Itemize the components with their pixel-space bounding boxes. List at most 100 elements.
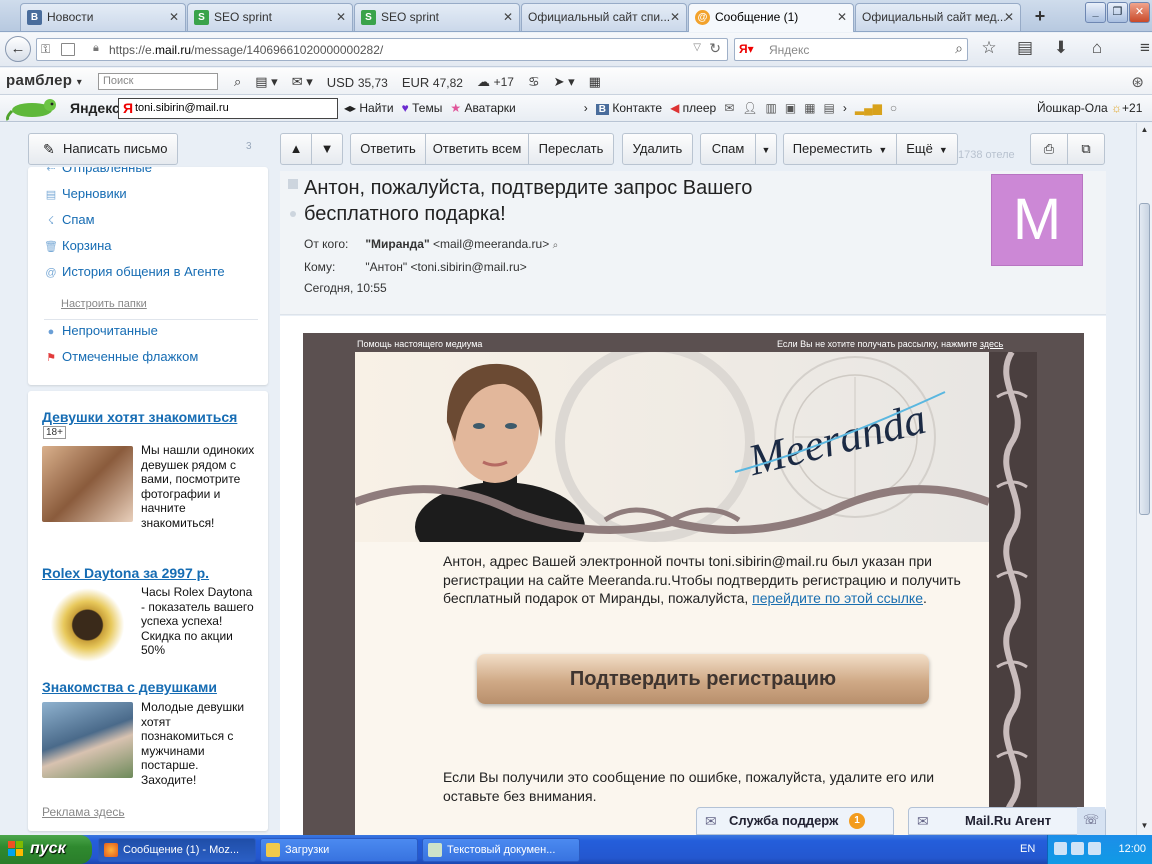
ads-footer-link[interactable]: Реклама здесь xyxy=(42,805,125,819)
open-window-button[interactable]: ⧉ xyxy=(1067,133,1105,165)
vk-button[interactable]: В Контакте xyxy=(595,101,662,115)
ad-image-2[interactable] xyxy=(42,587,133,663)
close-tab-icon[interactable]: ✕ xyxy=(670,4,680,30)
ad-text-2[interactable]: Часы Rolex Daytona - показатель вашего у… xyxy=(141,585,255,658)
weather-location[interactable]: Йошкар-Ола ☼+21 xyxy=(1037,101,1142,115)
search-icon[interactable]: ⌕ xyxy=(955,40,963,57)
tab-novosti[interactable]: В Новости ✕ xyxy=(20,3,186,31)
filter-unread[interactable]: ● Непрочитанные xyxy=(44,323,158,338)
horoscope-icon[interactable]: ♋ xyxy=(528,74,540,90)
ad-image-3[interactable] xyxy=(42,702,133,778)
start-button[interactable]: пуск xyxy=(0,835,92,864)
ad-title-3[interactable]: Знакомства с девушками xyxy=(42,679,217,695)
rambler-settings-icon[interactable]: ⊛ xyxy=(1131,73,1144,91)
menu-icon[interactable]: ≡ xyxy=(1132,38,1152,58)
reply-button[interactable]: Ответить xyxy=(350,133,426,165)
folder-trash[interactable]: 🗑︎ Корзина xyxy=(44,238,112,253)
player-button[interactable]: ◀ плеер xyxy=(670,101,716,115)
folder-agent-history[interactable]: @ История общения в Агенте xyxy=(44,264,224,279)
back-button[interactable]: ← xyxy=(5,36,31,62)
signal-bars-icon[interactable]: ▂▄▆ xyxy=(855,101,882,115)
volume-icon[interactable] xyxy=(1071,842,1084,855)
next-message-button[interactable]: ▼ xyxy=(311,133,343,165)
prev-message-button[interactable]: ▲ xyxy=(280,133,312,165)
folder-settings-link[interactable]: Настроить папки xyxy=(61,298,147,310)
security-icon[interactable] xyxy=(1088,842,1101,855)
user-icon[interactable]: 👤︎ xyxy=(742,101,757,115)
move-button[interactable]: Переместить ▼ xyxy=(783,133,897,165)
mail-icon[interactable]: ✉ xyxy=(724,101,734,115)
delete-button[interactable]: Удалить xyxy=(622,133,693,165)
ad-title-1[interactable]: Девушки хотят знакомиться xyxy=(42,409,237,425)
flag-toggle-icon[interactable] xyxy=(288,179,298,189)
language-indicator[interactable]: EN xyxy=(1020,835,1035,864)
ad-text-1[interactable]: Мы нашли одиноких девушек рядом с вами, … xyxy=(141,443,255,530)
sender-email[interactable]: <mail@meeranda.ru> xyxy=(433,237,549,251)
ad-text-3[interactable]: Молодые девушки хотят познакомиться с му… xyxy=(141,700,255,787)
themes-button[interactable]: ♥ Темы xyxy=(402,101,443,115)
chevron-right-icon[interactable]: › xyxy=(843,101,847,115)
network-icon[interactable] xyxy=(1054,842,1067,855)
document-icon[interactable]: ▤ xyxy=(824,101,835,115)
filter-flagged[interactable]: ⚑ Отмеченные флажком xyxy=(44,349,198,364)
task-downloads[interactable]: Загрузки xyxy=(260,838,418,862)
tab-seo-sprint-1[interactable]: S SEO sprint ✕ xyxy=(187,3,353,31)
phone-icon[interactable]: ☏ xyxy=(1077,807,1105,835)
scroll-up-icon[interactable]: ▲ xyxy=(1139,125,1150,134)
usd-rate[interactable]: USD 35,73 xyxy=(327,75,388,90)
close-window-button[interactable]: ✕ xyxy=(1129,2,1150,23)
rambler-search-input[interactable]: Поиск xyxy=(98,73,218,90)
identity-icon[interactable] xyxy=(61,43,75,56)
bookmarks-list-icon[interactable]: ▤ xyxy=(1012,38,1038,58)
scroll-down-icon[interactable]: ▼ xyxy=(1139,821,1150,830)
find-button[interactable]: ◂▸ Найти xyxy=(344,101,394,115)
close-tab-icon[interactable]: ✕ xyxy=(336,4,346,30)
home-icon[interactable]: ⌂ xyxy=(1084,38,1110,58)
ad-image-1[interactable] xyxy=(42,446,133,522)
sender-name[interactable]: "Миранда" xyxy=(365,237,429,251)
minimize-button[interactable]: _ xyxy=(1085,2,1106,23)
film-icon[interactable]: ▦ xyxy=(804,101,815,115)
address-bar[interactable]: ⚿ 🔒︎ https://e.mail.ru/message/140696610… xyxy=(36,38,728,61)
confirm-registration-button[interactable]: Подтвердить регистрацию xyxy=(477,654,929,704)
folder-drafts[interactable]: ▤ Черновики xyxy=(44,186,127,201)
chat-bubble-icon[interactable]: ○ xyxy=(890,101,897,115)
camera-icon[interactable]: ▣ xyxy=(785,101,796,115)
print-button[interactable]: ⎙ xyxy=(1030,133,1068,165)
close-tab-icon[interactable]: ✕ xyxy=(169,4,179,30)
books-icon[interactable]: ▥ xyxy=(766,101,777,115)
confirm-link[interactable]: перейдите по этой ссылке xyxy=(752,590,923,606)
search-icon[interactable]: ⌕ xyxy=(553,240,559,251)
yandex-login-input[interactable]: Я toni.sibirin@mail.ru xyxy=(118,98,338,119)
dropdown-arrow-icon[interactable]: ▽ xyxy=(693,42,701,53)
agent-chat-tab[interactable]: ✉ Mail.Ru Агент ☏ xyxy=(908,807,1106,835)
send-icon[interactable]: ➤ ▾ xyxy=(554,74,575,90)
close-tab-icon[interactable]: ✕ xyxy=(837,4,847,30)
spam-dropdown-button[interactable]: ▼ xyxy=(755,133,777,165)
page-scrollbar[interactable]: ▲ ▼ xyxy=(1136,123,1152,835)
read-status-icon[interactable] xyxy=(290,211,296,217)
downloads-icon[interactable]: ⬇ xyxy=(1048,38,1074,58)
ad-title-2[interactable]: Rolex Daytona за 2997 р. xyxy=(42,565,209,581)
compose-button[interactable]: ✎ Написать письмо xyxy=(28,133,178,165)
more-button[interactable]: Ещё ▼ xyxy=(896,133,958,165)
folder-sent[interactable]: ⇠ Отправленные xyxy=(44,167,152,175)
yandex-logo[interactable]: Яндекс xyxy=(70,100,120,116)
search-bar[interactable]: Я▾ Яндекс ⌕ xyxy=(734,38,968,61)
rambler-logo[interactable]: рамблер ▾ xyxy=(6,72,82,89)
new-tab-button[interactable]: + xyxy=(1030,6,1050,27)
reply-all-button[interactable]: Ответить всем xyxy=(425,133,529,165)
maximize-button[interactable]: ❐ xyxy=(1107,2,1128,23)
folder-spam[interactable]: ☇ Спам xyxy=(44,212,95,227)
news-icon[interactable]: ▤ ▾ xyxy=(255,74,277,90)
reload-icon[interactable]: ↻ xyxy=(709,40,721,57)
eur-rate[interactable]: EUR 47,82 xyxy=(402,75,463,90)
close-tab-icon[interactable]: ✕ xyxy=(1004,4,1014,30)
tab-official-site-2[interactable]: Официальный сайт мед... ✕ xyxy=(855,3,1021,31)
support-chat-tab[interactable]: ✉ Служба поддерж 1 xyxy=(696,807,894,835)
tab-message[interactable]: @ Сообщение (1) ✕ xyxy=(688,3,854,32)
mail-icon[interactable]: ✉ ▾ xyxy=(292,74,313,90)
weather-widget[interactable]: ☁ +17 xyxy=(477,74,514,90)
close-tab-icon[interactable]: ✕ xyxy=(503,4,513,30)
scrollbar-thumb[interactable] xyxy=(1139,203,1150,515)
